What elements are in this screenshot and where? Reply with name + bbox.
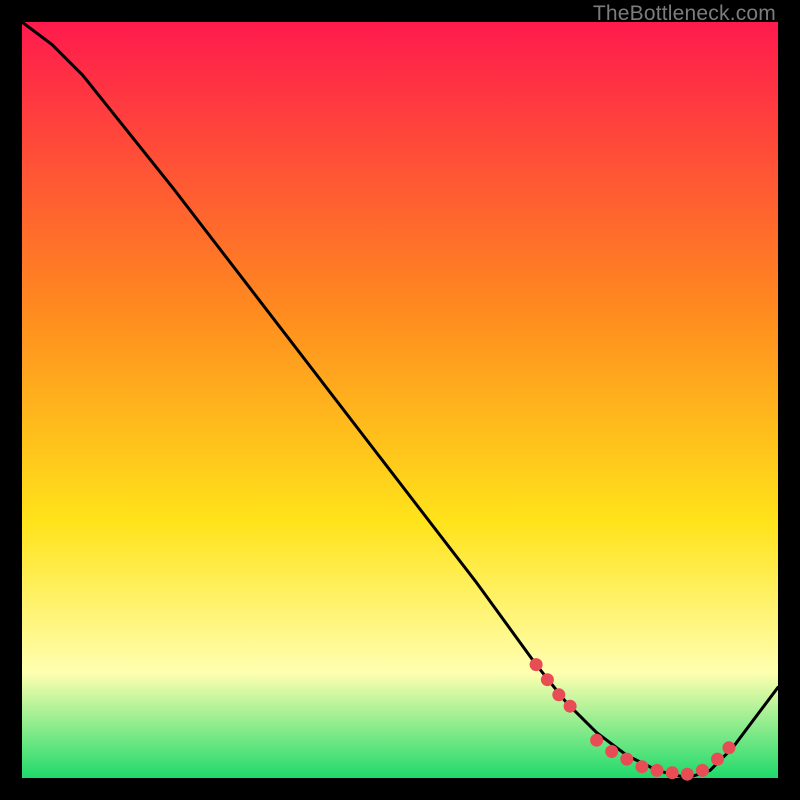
highlight-dot — [635, 760, 648, 773]
highlight-dot — [711, 753, 724, 766]
highlight-dot — [651, 764, 664, 777]
highlight-dot — [530, 658, 543, 671]
highlight-dot — [696, 764, 709, 777]
highlight-dot — [564, 700, 577, 713]
bottleneck-curve — [22, 22, 778, 778]
highlight-dot — [681, 768, 694, 781]
highlight-dots — [530, 658, 736, 781]
highlight-dot — [620, 753, 633, 766]
highlight-dot — [722, 741, 735, 754]
watermark-text: TheBottleneck.com — [593, 2, 776, 26]
highlight-dot — [541, 673, 554, 686]
highlight-dot — [605, 745, 618, 758]
highlight-dot — [590, 734, 603, 747]
chart-frame — [22, 22, 778, 778]
highlight-dot — [552, 688, 565, 701]
chart-plot — [22, 22, 778, 778]
highlight-dot — [666, 766, 679, 779]
